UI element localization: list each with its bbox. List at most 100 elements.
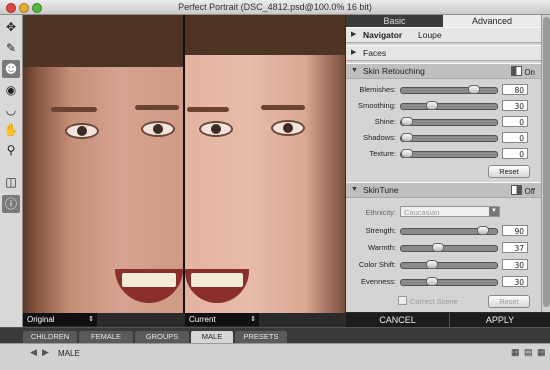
slider-knob[interactable] — [476, 226, 489, 235]
skin-retouching-reset-button[interactable]: Reset — [488, 165, 530, 178]
slider-knob[interactable] — [426, 277, 439, 286]
blemishes-value-field[interactable]: 80 — [502, 84, 528, 95]
eye-tool-icon[interactable]: ◉ — [2, 81, 20, 99]
zoom-tool-icon[interactable]: ⚲ — [2, 141, 20, 159]
grid-view-icon[interactable]: ▦ — [511, 348, 520, 357]
list-view-icon[interactable]: ▤ — [524, 348, 533, 357]
evenness-slider[interactable] — [400, 277, 498, 286]
chevron-updown-icon: ⇕ — [88, 316, 94, 323]
toggle-off-icon — [511, 185, 523, 195]
shine-slider[interactable] — [400, 117, 498, 126]
chevron-updown-icon: ⇕ — [250, 316, 256, 323]
tab-basic[interactable]: Basic — [346, 15, 443, 27]
skin-retouching-label: Skin Retouching — [363, 66, 425, 76]
skintune-reset-button[interactable]: Reset — [488, 295, 530, 308]
mouth-shape — [185, 269, 249, 303]
photo-canvas[interactable] — [23, 15, 345, 313]
large-grid-view-icon[interactable]: ▦ — [537, 348, 546, 357]
slider-label: Color Shift: — [358, 260, 396, 269]
loupe-label[interactable]: Loupe — [418, 28, 442, 42]
tab-advanced[interactable]: Advanced — [443, 15, 541, 27]
slider-row: Blemishes: 80 — [346, 83, 541, 97]
slider-knob[interactable] — [401, 149, 413, 158]
preset-browser-bar: ◀ ▶ MALE ▦ ▤ ▦ — [0, 343, 550, 370]
texture-value-field[interactable]: 0 — [502, 148, 528, 159]
strength-value-field[interactable]: 90 — [502, 225, 528, 236]
tab-male[interactable]: MALE — [191, 331, 233, 343]
left-view-label: Original — [27, 315, 55, 324]
texture-slider[interactable] — [400, 149, 498, 158]
checkbox-icon — [398, 296, 407, 305]
slider-label: Blemishes: — [359, 85, 396, 94]
move-tool-icon[interactable]: ✥ — [2, 18, 20, 36]
shadows-value-field[interactable]: 0 — [502, 132, 528, 143]
window-title: Perfect Portrait (DSC_4812.psd@100.0% 16… — [178, 2, 372, 12]
blemishes-slider[interactable] — [400, 85, 498, 94]
slider-label: Texture: — [369, 149, 396, 158]
hand-tool-icon[interactable]: ✋ — [2, 121, 20, 139]
shine-value-field[interactable]: 0 — [502, 116, 528, 127]
evenness-value-field[interactable]: 30 — [502, 276, 528, 287]
correct-scene-checkbox[interactable]: Correct Scene — [398, 296, 458, 306]
ethnicity-value: Caucasian — [404, 208, 440, 217]
shadows-slider[interactable] — [400, 133, 498, 142]
faces-label: Faces — [363, 48, 387, 58]
scroll-thumb[interactable] — [543, 17, 550, 307]
cancel-button[interactable]: CANCEL — [346, 313, 450, 327]
left-view-select[interactable]: Original ⇕ — [23, 313, 97, 326]
disclosure-right-icon: ▶ — [351, 31, 357, 38]
window-titlebar: Perfect Portrait (DSC_4812.psd@100.0% 16… — [0, 0, 550, 15]
slider-knob[interactable] — [432, 243, 445, 252]
color-shift-slider[interactable] — [400, 260, 498, 269]
mouth-tool-icon[interactable]: ◡ — [2, 101, 20, 119]
slider-row: Warmth: 37 — [346, 241, 541, 255]
back-arrow-icon[interactable]: ◀ — [30, 347, 37, 358]
toggle-on-icon — [511, 66, 523, 76]
tab-children[interactable]: CHILDREN — [23, 331, 77, 343]
ethnicity-dropdown[interactable]: Caucasian ▼ — [400, 206, 500, 217]
slider-label: Evenness: — [360, 277, 396, 286]
strength-slider[interactable] — [400, 226, 498, 235]
right-view-select[interactable]: Current ⇕ — [185, 313, 259, 326]
brush-tool-icon[interactable]: ✎ — [2, 39, 20, 57]
preset-tab-bar: CHILDREN FEMALE GROUPS MALE PRESETS — [0, 327, 550, 344]
slider-label: Strength: — [365, 226, 396, 235]
faces-section-header[interactable]: ▶ Faces — [346, 45, 541, 61]
tab-presets[interactable]: PRESETS — [235, 331, 287, 343]
eye-shape — [141, 121, 175, 137]
slider-label: Smoothing: — [358, 101, 396, 110]
skin-retouching-switch-label: On — [524, 68, 535, 77]
slider-knob[interactable] — [401, 133, 413, 142]
skin-portrait-tool-icon[interactable]: ☻ — [2, 60, 20, 78]
smoothing-slider[interactable] — [400, 101, 498, 110]
skin-retouching-toggle[interactable]: On — [511, 66, 535, 80]
forward-arrow-icon[interactable]: ▶ — [42, 347, 49, 358]
tool-palette: ✥ ✎ ☻ ◉ ◡ ✋ ⚲ ◫ ⓘ — [0, 15, 23, 327]
slider-knob[interactable] — [468, 85, 481, 94]
warmth-value-field[interactable]: 37 — [502, 242, 528, 253]
mouth-shape — [115, 269, 183, 303]
slider-label: Shadows: — [363, 133, 396, 142]
eyebrow-shape — [261, 105, 305, 110]
apply-button[interactable]: APPLY — [450, 313, 550, 327]
tab-female[interactable]: FEMALE — [79, 331, 133, 343]
skintune-section-header[interactable]: ▼ SkinTune Off — [346, 182, 541, 198]
ethnicity-label: Ethnicity: — [365, 208, 396, 217]
slider-label: Warmth: — [367, 243, 396, 252]
slider-knob[interactable] — [401, 117, 413, 126]
panel-scrollbar[interactable] — [541, 15, 550, 312]
skintune-toggle[interactable]: Off — [511, 185, 535, 199]
navigator-label[interactable]: Navigator — [363, 28, 402, 42]
slider-knob[interactable] — [426, 260, 439, 269]
smoothing-value-field[interactable]: 30 — [502, 100, 528, 111]
compare-view-icon[interactable]: ◫ — [2, 173, 20, 191]
slider-row: Strength: 90 — [346, 224, 541, 238]
tab-groups[interactable]: GROUPS — [135, 331, 189, 343]
slider-knob[interactable] — [426, 101, 439, 110]
info-icon[interactable]: ⓘ — [2, 195, 20, 213]
warmth-slider[interactable] — [400, 243, 498, 252]
color-shift-value-field[interactable]: 30 — [502, 259, 528, 270]
skintune-label: SkinTune — [363, 185, 399, 195]
navigator-section-header[interactable]: ▶ Navigator Loupe — [346, 27, 541, 43]
skin-retouching-section-header[interactable]: ▼ Skin Retouching On — [346, 63, 541, 79]
